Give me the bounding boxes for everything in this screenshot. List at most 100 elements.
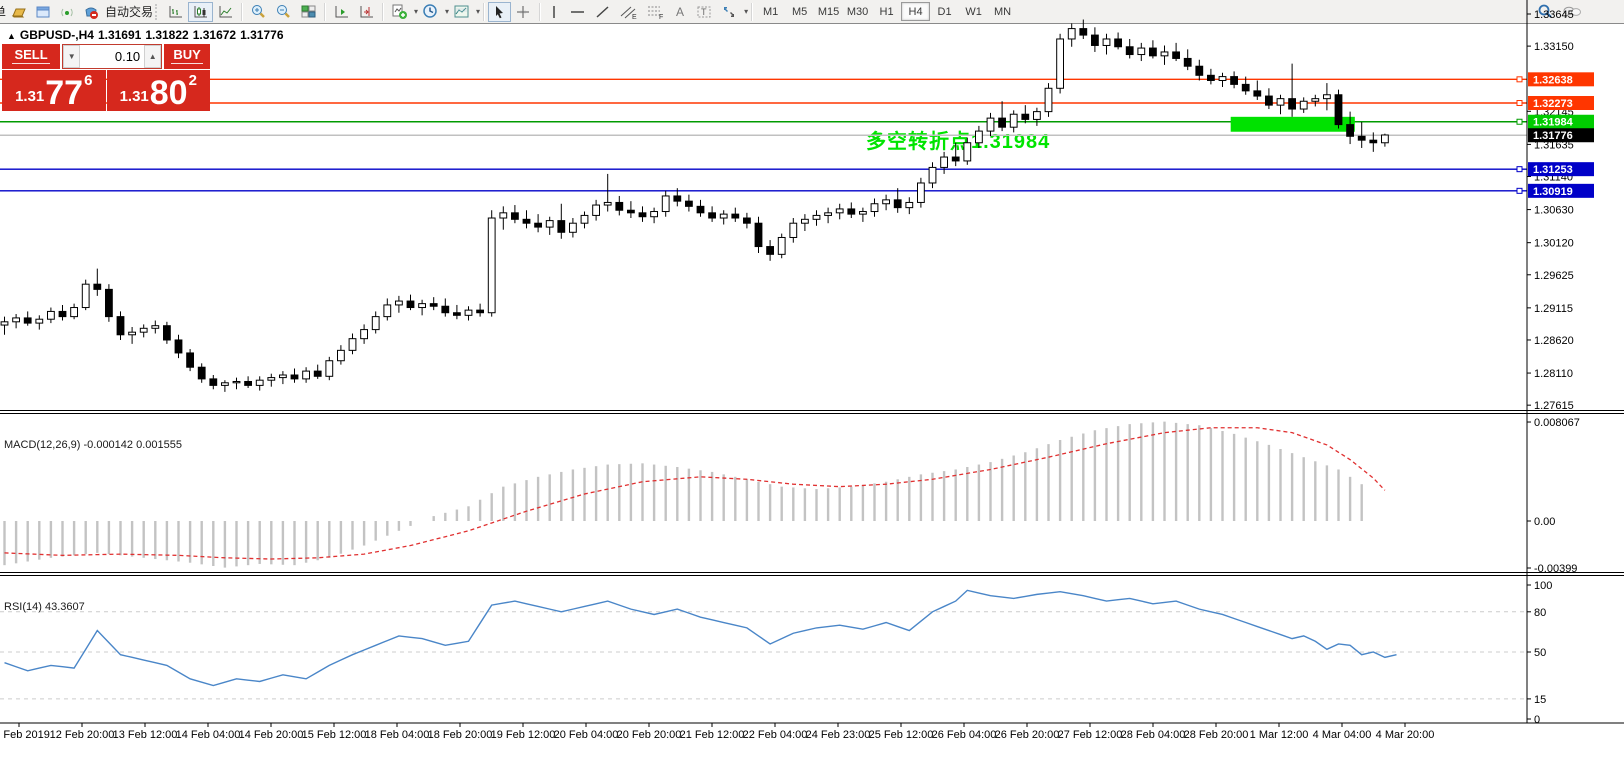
candle-body — [337, 349, 345, 362]
time-tick-label: 14 Feb 04:00 — [176, 729, 241, 741]
candle-body — [1299, 100, 1308, 110]
buy-button[interactable]: BUY — [164, 44, 210, 69]
chart-canvas[interactable]: 1.336451.331501.321451.316351.311401.306… — [0, 0, 1624, 749]
ohlc-open: 1.31691 — [97, 28, 142, 42]
candle-body — [1195, 65, 1204, 76]
time-tick-label: 28 Feb 04:00 — [1121, 729, 1186, 741]
candle-body — [859, 211, 867, 215]
candle-body — [302, 370, 311, 380]
collapse-icon[interactable]: ▲ — [7, 31, 16, 41]
candle-body — [0, 321, 9, 326]
volume-input[interactable] — [80, 45, 145, 68]
candle-body — [777, 236, 786, 255]
candle-body — [673, 195, 682, 202]
volume-up-button[interactable]: ▲ — [144, 45, 162, 68]
buy-label: BUY — [171, 47, 203, 64]
rsi-tick-label: 15 — [1534, 694, 1546, 706]
candle-body — [1311, 98, 1320, 102]
candle-body — [1218, 76, 1227, 81]
price-tick-label: 1.29625 — [1534, 270, 1574, 282]
candle-body — [569, 222, 577, 233]
time-tick-label: 26 Feb 20:00 — [995, 729, 1060, 741]
candle-body — [12, 317, 20, 323]
candle-body — [1357, 135, 1366, 141]
candle-body — [186, 352, 194, 368]
time-tick-label: 26 Feb 04:00 — [932, 729, 997, 741]
time-tick-label: 12 Feb 2019 — [0, 729, 50, 741]
level-handle[interactable] — [1516, 76, 1523, 83]
candle-body — [406, 300, 415, 309]
candle-body — [93, 283, 102, 290]
candle-body — [1125, 46, 1134, 56]
candle-body — [47, 310, 55, 320]
rsi-tick-label: 100 — [1534, 580, 1552, 592]
time-tick-label: 14 Feb 20:00 — [239, 729, 304, 741]
candle-body — [1346, 124, 1354, 137]
candle-body — [731, 213, 740, 219]
candle-body — [174, 339, 183, 354]
rsi-tick-label: 80 — [1534, 607, 1546, 619]
buy-price[interactable]: 1.31 80 2 — [106, 70, 210, 111]
candle-body — [348, 338, 357, 351]
candle-body — [313, 370, 322, 377]
candle-body — [325, 360, 334, 377]
candle-body — [371, 316, 380, 331]
candle-body — [580, 214, 589, 224]
time-tick-label: 15 Feb 12:00 — [302, 729, 367, 741]
candle-body — [905, 201, 914, 209]
candle-body — [35, 318, 44, 324]
price-badge-label: 1.31984 — [1533, 117, 1574, 129]
candle-body — [1056, 38, 1064, 89]
candle-body — [1033, 111, 1041, 120]
sell-button[interactable]: SELL — [2, 44, 61, 69]
level-handle[interactable] — [1516, 166, 1523, 173]
time-tick-label: 22 Feb 04:00 — [743, 729, 808, 741]
time-tick-label: 4 Mar 04:00 — [1313, 729, 1372, 741]
time-tick-label: 4 Mar 20:00 — [1376, 729, 1435, 741]
candle-body — [1044, 87, 1053, 113]
level-handle[interactable] — [1516, 118, 1523, 125]
price-tick-label: 1.30630 — [1534, 205, 1574, 217]
candle-body — [429, 303, 438, 307]
candle-body — [1160, 51, 1169, 57]
volume-down-button[interactable]: ▼ — [63, 45, 81, 68]
time-tick-label: 18 Feb 20:00 — [428, 729, 493, 741]
candle-body — [1067, 28, 1076, 40]
candle-body — [789, 222, 798, 238]
candle-body — [255, 379, 264, 386]
candle-body — [1323, 94, 1331, 100]
candle-body — [1230, 76, 1238, 85]
candle-body — [290, 374, 299, 380]
candle-body — [1241, 83, 1250, 92]
candle-body — [1183, 57, 1192, 67]
candle-body — [279, 374, 287, 379]
time-tick-label: 24 Feb 23:00 — [806, 729, 871, 741]
sell-price-pip: 6 — [84, 72, 93, 89]
candle-body — [418, 303, 427, 309]
candle-body — [209, 378, 218, 386]
time-tick-label: 12 Feb 20:00 — [50, 729, 115, 741]
candle-body — [824, 212, 833, 216]
candle-body — [650, 211, 659, 218]
macd-tick-label: 0.008067 — [1534, 417, 1580, 429]
candle-body — [1009, 113, 1018, 128]
candle-body — [1265, 95, 1273, 106]
candle-body — [128, 331, 136, 336]
candle-body — [1114, 38, 1122, 48]
sell-price[interactable]: 1.31 77 6 — [2, 70, 106, 111]
candle-body — [603, 201, 612, 206]
candle-body — [58, 310, 67, 318]
candle-body — [847, 208, 856, 215]
candle-body — [464, 309, 473, 316]
candle-body — [267, 377, 276, 381]
candle-body — [1172, 51, 1180, 59]
macd-label: MACD(12,26,9) -0.000142 0.001555 — [4, 439, 182, 451]
level-handle[interactable] — [1516, 187, 1523, 194]
candle-body — [244, 380, 252, 386]
level-handle[interactable] — [1516, 100, 1523, 107]
candle-body — [487, 217, 496, 314]
time-tick-label: 18 Feb 04:00 — [365, 729, 430, 741]
sell-label: SELL — [12, 47, 50, 64]
candle-body — [638, 212, 647, 218]
buy-price-pip: 2 — [188, 72, 197, 89]
